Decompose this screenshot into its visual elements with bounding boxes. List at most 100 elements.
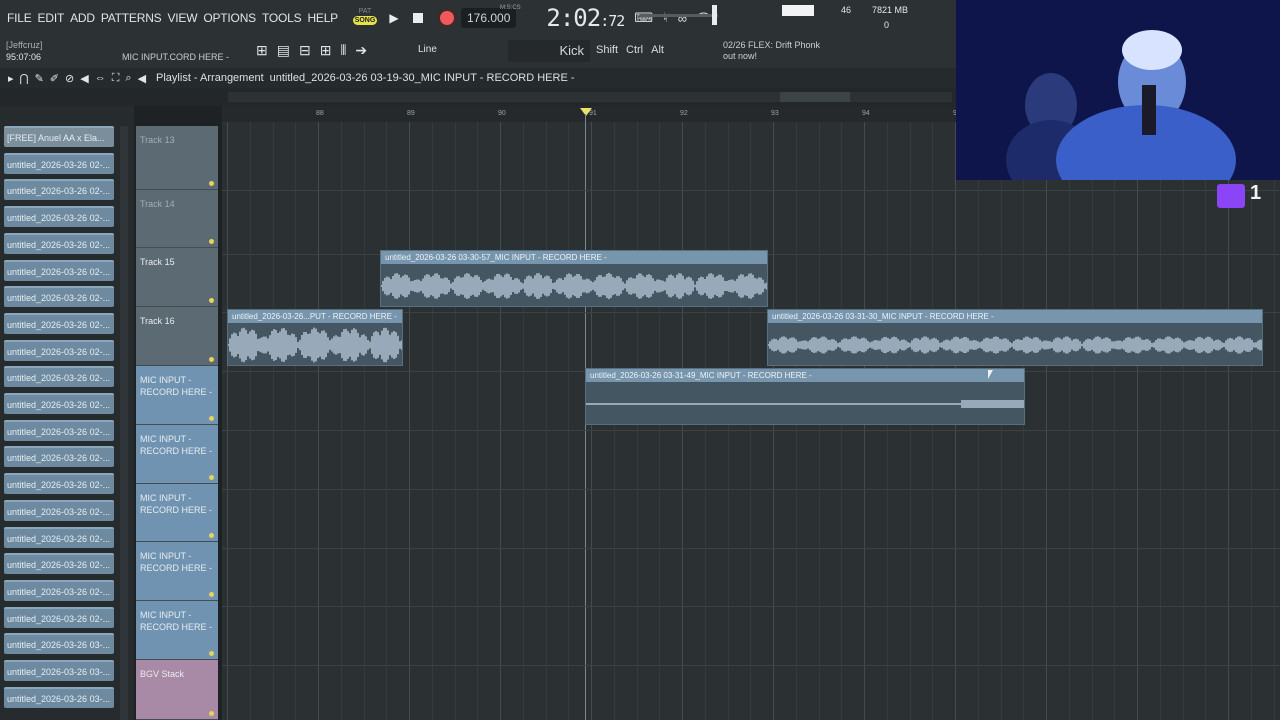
browser-clip-item[interactable]: untitled_2026-03-26 02-... (4, 259, 114, 281)
track-activity-indicator[interactable] (209, 416, 214, 421)
track-activity-indicator[interactable] (209, 651, 214, 656)
play-button[interactable]: ▶ (387, 11, 401, 25)
browser-clip-item[interactable]: untitled_2026-03-26 02-... (4, 179, 114, 201)
loop-record-icon[interactable]: ∞ (678, 11, 687, 26)
overview-window[interactable] (780, 92, 850, 102)
mixer-icon[interactable]: ⊞ (320, 42, 332, 59)
browser-clip-item[interactable]: untitled_2026-03-26 02-... (4, 499, 114, 521)
track-header[interactable]: BGV Stack (136, 660, 218, 720)
mute-icon[interactable]: ◀ (80, 72, 88, 85)
browser-clip-item[interactable]: untitled_2026-03-26 02-... (4, 366, 114, 388)
selected-instrument[interactable]: Kick (508, 40, 590, 62)
slip-icon[interactable]: ⇔ (95, 72, 106, 85)
track-activity-indicator[interactable] (209, 533, 214, 538)
plugin-icon[interactable]: ⫴ (340, 42, 346, 59)
track-activity-indicator[interactable] (209, 357, 214, 362)
browser-clip-item[interactable]: untitled_2026-03-26 02-... (4, 473, 114, 495)
breadcrumb[interactable]: untitled_2026-03-26 03-19-30_MIC INPUT -… (270, 72, 575, 84)
playlist-icon[interactable]: ⊞ (256, 42, 268, 59)
track-header[interactable]: MIC INPUT - RECORD HERE - (136, 542, 218, 601)
news-panel[interactable]: 02/26 FLEX: Drift Phonk out now! (723, 40, 820, 62)
browser-clip-item[interactable]: untitled_2026-03-26 02-... (4, 152, 114, 174)
track-header[interactable]: Track 13 (136, 126, 218, 190)
browser-clip-item[interactable]: untitled_2026-03-26 02-... (4, 446, 114, 468)
audio-clip[interactable]: untitled_2026-03-26 03-31-49_MIC INPUT -… (585, 368, 1025, 425)
metronome-icon[interactable]: ⌒ (697, 9, 710, 28)
browser-clip-item[interactable]: untitled_2026-03-26 03-... (4, 686, 114, 708)
alt-key[interactable]: Alt (651, 44, 664, 56)
track-activity-indicator[interactable] (209, 298, 214, 303)
arrow-right-icon[interactable]: ➔ (355, 42, 367, 59)
ctrl-key[interactable]: Ctrl (626, 44, 643, 56)
browser-clip-item[interactable]: untitled_2026-03-26 02-... (4, 419, 114, 441)
step-edit-icon[interactable]: ♮ (663, 10, 668, 26)
waveform (768, 336, 1262, 354)
news-line-1: 02/26 FLEX: Drift Phonk (723, 40, 821, 50)
track-header[interactable]: MIC INPUT - RECORD HERE - (136, 484, 218, 542)
track-header[interactable]: MIC INPUT - RECORD HERE - (136, 601, 218, 660)
browser-clip-item[interactable]: untitled_2026-03-26 03-... (4, 633, 114, 655)
playback-icon[interactable]: ◀ (138, 72, 146, 85)
menu-view[interactable]: VIEW (164, 11, 200, 25)
menu-add[interactable]: ADD (67, 11, 98, 25)
browser-clip-item[interactable]: untitled_2026-03-26 03-... (4, 660, 114, 681)
track-header[interactable]: Track 16 (136, 307, 218, 366)
track-header[interactable]: MIC INPUT - RECORD HERE - (136, 366, 218, 425)
browser-clip-item[interactable]: untitled_2026-03-26 02-... (4, 579, 114, 601)
playhead-marker[interactable] (580, 108, 592, 116)
arrow-right-icon[interactable]: ▸ (8, 72, 14, 85)
snap-mode[interactable]: Line (418, 44, 437, 55)
track-activity-indicator[interactable] (209, 475, 214, 480)
browser-clip-item[interactable]: untitled_2026-03-26 02-... (4, 232, 114, 254)
browser-clip-item[interactable]: untitled_2026-03-26 02-... (4, 393, 114, 414)
piano-roll-icon[interactable]: ⊟ (299, 42, 311, 59)
menu-options[interactable]: OPTIONS (200, 11, 259, 25)
shift-key[interactable]: Shift (596, 44, 618, 56)
master-volume-slider[interactable] (640, 14, 718, 17)
track-activity-indicator[interactable] (209, 239, 214, 244)
pat-label: PAT (358, 8, 372, 15)
menu-patterns[interactable]: PATTERNS (98, 11, 165, 25)
pencil-icon[interactable]: ✎ (35, 72, 44, 85)
select-icon[interactable]: ⛶ (112, 72, 120, 85)
playlist-grid[interactable]: 8889909192939495 untitled_2026-03-26 03-… (222, 106, 1280, 720)
track-activity-indicator[interactable] (209, 181, 214, 186)
zoom-icon[interactable]: ⌕ (125, 72, 131, 85)
grid-beat-line (522, 122, 524, 720)
track-header[interactable]: Track 14 (136, 190, 218, 248)
browser-clip-item[interactable]: untitled_2026-03-26 02-... (4, 339, 114, 361)
menu-file[interactable]: FILE (0, 11, 35, 25)
waveform (381, 272, 767, 300)
magnet-icon[interactable]: ⋂ (20, 72, 29, 85)
track-header[interactable]: Track 15 (136, 248, 218, 307)
browser-clip-item[interactable]: untitled_2026-03-26 02-... (4, 606, 114, 628)
browser-clip-item[interactable]: untitled_2026-03-26 02-... (4, 312, 114, 334)
browser-clip-item[interactable]: untitled_2026-03-26 02-... (4, 286, 114, 308)
track-activity-indicator[interactable] (209, 592, 214, 597)
audio-clip[interactable]: untitled_2026-03-26 03-30-57_MIC INPUT -… (380, 250, 768, 307)
audio-clip[interactable]: untitled_2026-03-26 03-31-30_MIC INPUT -… (767, 309, 1263, 366)
delete-icon[interactable]: ⊘ (65, 72, 74, 85)
paint-icon[interactable]: ✐ (50, 72, 59, 85)
menu-edit[interactable]: EDIT (35, 11, 68, 25)
channel-rack-icon[interactable]: ▤ (277, 42, 290, 59)
master-volume-handle[interactable] (712, 5, 717, 25)
tempo-display[interactable]: 176.000 (461, 8, 517, 28)
browser-clip-item[interactable]: untitled_2026-03-26 02-... (4, 206, 114, 228)
audio-clip[interactable]: untitled_2026-03-26...PUT - RECORD HERE … (227, 309, 403, 366)
browser-clip-item[interactable]: untitled_2026-03-26 02-... (4, 553, 114, 575)
stop-button[interactable] (413, 13, 423, 23)
grid-beat-line (1114, 122, 1116, 720)
browser-clip-item[interactable]: [FREE] Anuel AA x Ela... (4, 126, 114, 147)
record-button[interactable] (437, 8, 457, 28)
browser-clip-item[interactable]: untitled_2026-03-26 02-... (4, 526, 114, 548)
track-activity-indicator[interactable] (209, 711, 214, 716)
pat-song-toggle[interactable]: PAT SONG (352, 7, 378, 29)
typing-keyboard-icon[interactable]: ⌨ (634, 10, 653, 26)
track-header[interactable]: MIC INPUT - RECORD HERE - (136, 425, 218, 484)
ruler-bar-label: 89 (407, 110, 415, 117)
grid-beat-line (431, 122, 433, 720)
browser-scrollbar[interactable] (120, 126, 128, 720)
menu-help[interactable]: HELP (304, 11, 341, 25)
menu-tools[interactable]: TOOLS (259, 11, 304, 25)
